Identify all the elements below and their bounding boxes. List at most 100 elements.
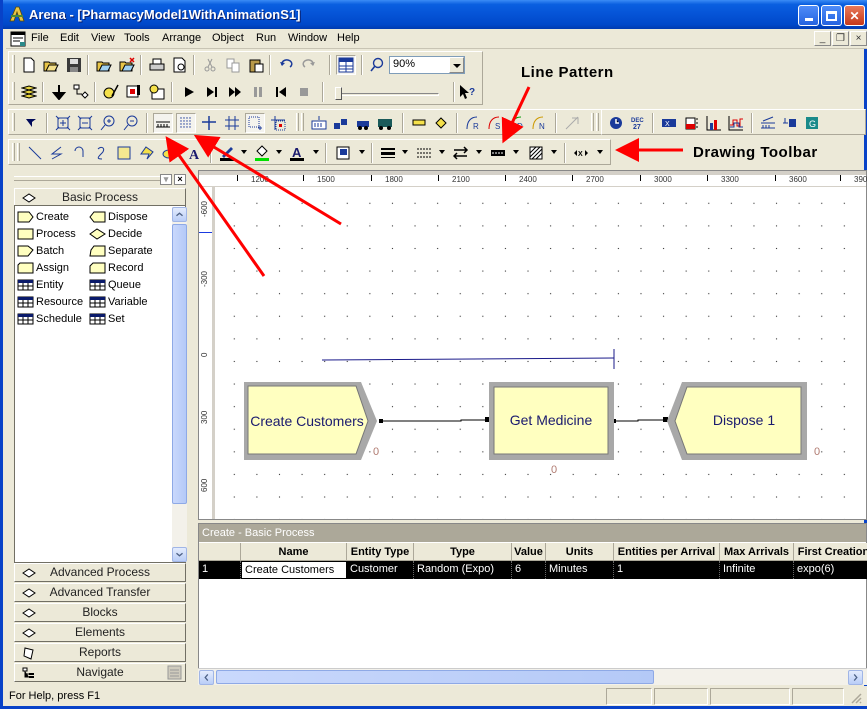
zoom-in-button[interactable] <box>98 113 118 133</box>
line-style-button[interactable] <box>414 143 434 163</box>
schedule-button[interactable] <box>147 82 167 102</box>
panel-menu-button[interactable]: ▾ <box>160 174 172 185</box>
menu-window[interactable]: Window <box>288 32 327 44</box>
minimize-button[interactable] <box>798 5 819 26</box>
polygon-button[interactable] <box>137 143 157 163</box>
toolbar-grip[interactable] <box>12 82 15 100</box>
whats-this-button[interactable]: ? <box>457 82 477 102</box>
route-button[interactable]: R <box>463 113 483 133</box>
horizontal-scrollbar[interactable] <box>198 668 867 685</box>
polyline-button[interactable] <box>47 143 67 163</box>
seize-button[interactable] <box>331 113 351 133</box>
paste-button[interactable] <box>246 55 266 75</box>
grid-button[interactable] <box>176 113 196 133</box>
attach-button[interactable] <box>94 55 114 75</box>
arrow-style-dropdown[interactable] <box>476 150 482 154</box>
window-background-dropdown[interactable] <box>359 150 365 154</box>
plot-button[interactable] <box>726 113 746 133</box>
panel-navigate[interactable]: Navigate <box>14 663 186 682</box>
menu-edit[interactable]: Edit <box>60 32 79 44</box>
text-button[interactable]: A <box>185 143 205 163</box>
check-model-button[interactable] <box>101 82 121 102</box>
fill-color-button[interactable] <box>252 143 272 163</box>
line-style-dropdown[interactable] <box>439 150 445 154</box>
row-header[interactable]: 1 <box>199 561 241 579</box>
table-cell[interactable]: Minutes <box>546 561 614 579</box>
scroll-down-button[interactable] <box>172 547 187 562</box>
column-header[interactable]: First Creation <box>794 543 867 561</box>
ellipse-button[interactable] <box>159 143 179 163</box>
network-button[interactable]: N <box>529 113 549 133</box>
connector-create-to-process[interactable] <box>381 419 488 422</box>
copy-button[interactable] <box>223 55 243 75</box>
text-color-button[interactable]: A <box>287 143 307 163</box>
show-dimensions-button[interactable]: X <box>571 143 591 163</box>
panel-advanced-transfer[interactable]: Advanced Transfer <box>14 583 186 602</box>
panel-reports[interactable]: Reports <box>14 643 186 662</box>
guides-button[interactable] <box>199 113 219 133</box>
zoom-out-button[interactable] <box>121 113 141 133</box>
column-header[interactable]: Entity Type <box>347 543 414 561</box>
show-dimensions-dropdown[interactable] <box>597 150 603 154</box>
date-button[interactable]: DEC 27 <box>628 113 648 133</box>
mdi-close-button[interactable]: × <box>850 31 867 46</box>
zoom-button[interactable] <box>367 55 387 75</box>
close-button[interactable]: ✕ <box>844 5 865 26</box>
scroll-right-button[interactable] <box>848 670 863 685</box>
go-button[interactable] <box>179 82 199 102</box>
scroll-up-button[interactable] <box>172 207 187 222</box>
text-color-dropdown[interactable] <box>313 150 319 154</box>
toolbar-grip[interactable] <box>596 113 599 131</box>
menu-help[interactable]: Help <box>337 32 360 44</box>
table-cell[interactable]: Random (Expo) <box>414 561 512 579</box>
fill-pattern-button[interactable] <box>526 143 546 163</box>
variable-button[interactable]: X <box>659 113 679 133</box>
start-over-button[interactable] <box>271 82 291 102</box>
column-header[interactable]: Max Arrivals <box>720 543 794 561</box>
box-button[interactable] <box>114 143 134 163</box>
module-list-scrollbar[interactable] <box>172 207 187 562</box>
toolbar-grip[interactable] <box>296 113 299 131</box>
table-cell[interactable]: 6 <box>512 561 546 579</box>
pointer-button[interactable] <box>21 113 41 133</box>
scroll-thumb[interactable] <box>172 224 187 504</box>
segment-button[interactable]: S <box>485 113 505 133</box>
pause-button[interactable] <box>248 82 268 102</box>
toolbar-grip[interactable] <box>12 113 15 131</box>
menu-tools[interactable]: Tools <box>124 32 150 44</box>
connect-button[interactable] <box>71 82 91 102</box>
column-header[interactable]: Name <box>241 543 347 561</box>
menu-object[interactable]: Object <box>212 32 244 44</box>
table-cell[interactable]: Create Customers <box>241 561 347 579</box>
queue-button[interactable] <box>758 113 778 133</box>
clock-button[interactable] <box>606 113 626 133</box>
scroll-thumb[interactable] <box>216 670 654 684</box>
menu-file[interactable]: File <box>31 32 49 44</box>
window-background-button[interactable] <box>333 143 353 163</box>
fill-color-dropdown[interactable] <box>276 150 282 154</box>
line-button[interactable] <box>25 143 45 163</box>
submodel-button[interactable] <box>49 82 69 102</box>
resource-button[interactable] <box>780 113 800 133</box>
undo-button[interactable] <box>276 55 296 75</box>
menu-arrange[interactable]: Arrange <box>162 32 201 44</box>
connector-process-to-dispose[interactable] <box>614 419 665 422</box>
scroll-left-button[interactable] <box>199 670 214 685</box>
end-button[interactable] <box>294 82 314 102</box>
column-header[interactable]: Type <box>414 543 512 561</box>
view-all-button[interactable] <box>53 113 73 133</box>
intersection-button[interactable] <box>431 113 451 133</box>
layers-button[interactable] <box>19 82 39 102</box>
detach-button[interactable] <box>117 55 137 75</box>
document-icon[interactable] <box>10 31 26 47</box>
grid-settings-button[interactable] <box>268 113 288 133</box>
menu-view[interactable]: View <box>91 32 115 44</box>
step-button[interactable] <box>202 82 222 102</box>
maximize-button[interactable] <box>821 5 842 26</box>
fill-pattern-dropdown[interactable] <box>551 150 557 154</box>
table-cell[interactable]: Infinite <box>720 561 794 579</box>
menu-run[interactable]: Run <box>256 32 276 44</box>
redo-button[interactable] <box>299 55 319 75</box>
open-button[interactable] <box>41 55 61 75</box>
save-button[interactable] <box>64 55 84 75</box>
